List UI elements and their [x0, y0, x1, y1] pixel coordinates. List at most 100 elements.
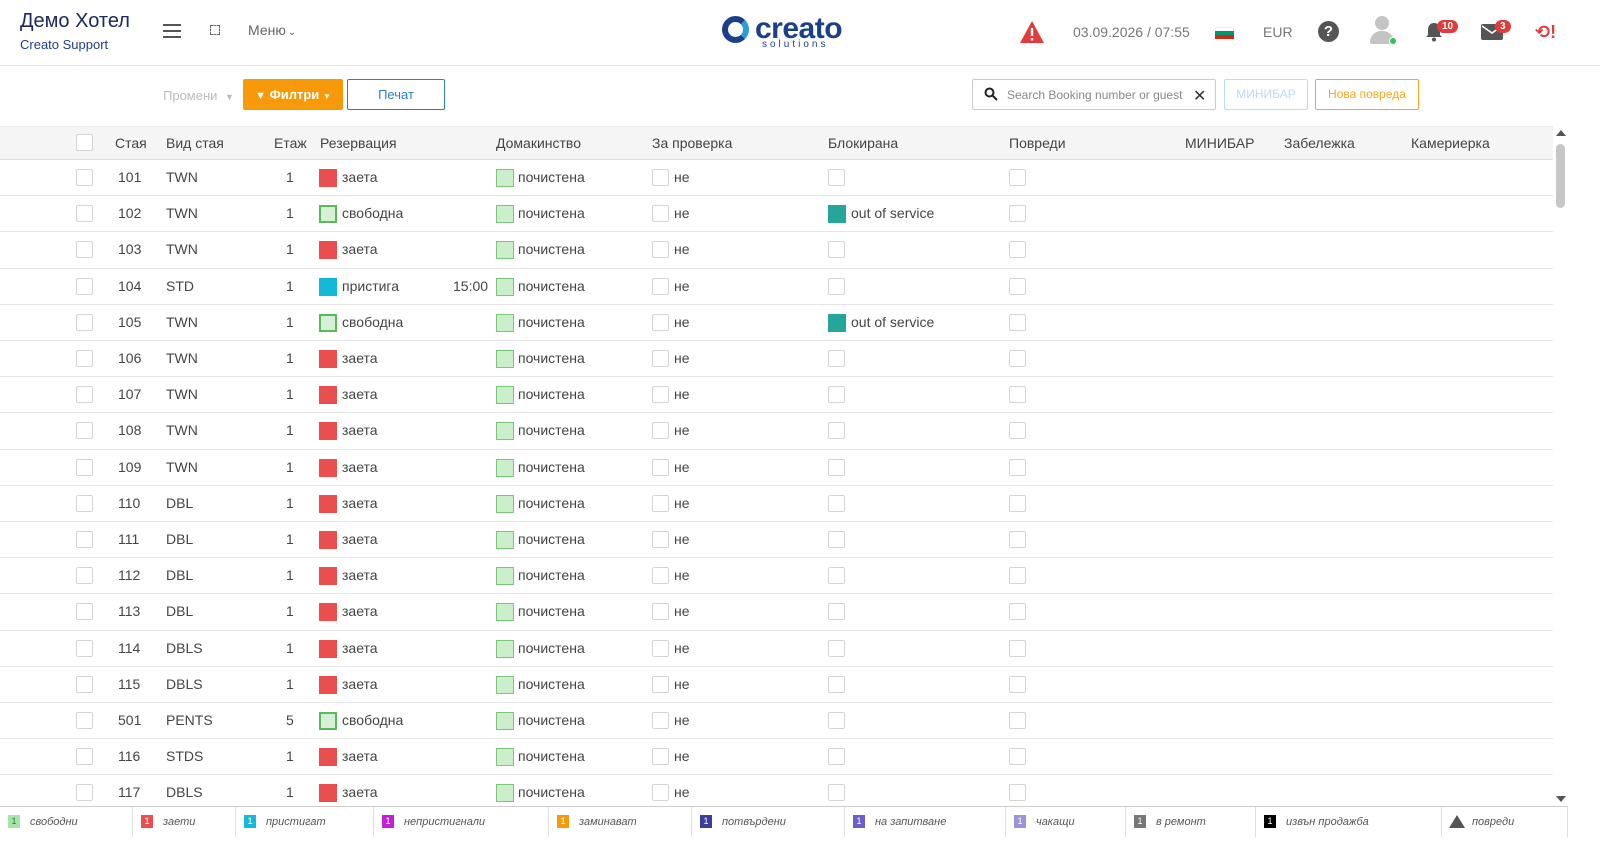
col-blocked[interactable]: Блокирана: [828, 135, 898, 151]
housekeeping-status[interactable]: почистена: [518, 676, 585, 692]
blocked-checkbox[interactable]: [828, 712, 845, 729]
blocked-checkbox[interactable]: [828, 494, 845, 512]
to-check-checkbox[interactable]: [652, 350, 669, 367]
search-input[interactable]: [1007, 85, 1187, 105]
damages-checkbox[interactable]: [1009, 531, 1026, 548]
table-row[interactable]: 108 TWN 1 заета почистена не: [0, 413, 1553, 450]
scrollbar-thumb[interactable]: [1556, 144, 1565, 208]
scroll-up-icon[interactable]: [1556, 130, 1566, 136]
housekeeping-status[interactable]: почистена: [518, 784, 585, 800]
damages-checkbox[interactable]: [1009, 784, 1026, 802]
legend-item[interactable]: 1 пристигат: [236, 807, 374, 837]
row-select-checkbox[interactable]: [76, 458, 93, 476]
print-button[interactable]: Печат: [347, 79, 445, 110]
to-check-checkbox[interactable]: [652, 675, 669, 693]
damages-checkbox[interactable]: [1009, 241, 1026, 259]
table-row[interactable]: 107 TWN 1 заета почистена не: [0, 377, 1553, 414]
blocked-checkbox[interactable]: [828, 241, 845, 259]
table-row[interactable]: 101 TWN 1 заета почистена не: [0, 160, 1553, 197]
to-check-checkbox[interactable]: [652, 277, 669, 295]
col-housekeeping[interactable]: Домакинство: [496, 135, 581, 151]
room-number[interactable]: 114: [118, 640, 140, 656]
room-number[interactable]: 105: [118, 314, 141, 330]
row-select-checkbox[interactable]: [76, 422, 93, 440]
hamburger-icon[interactable]: [163, 24, 181, 40]
blocked-checkbox[interactable]: [828, 639, 845, 657]
reservation-status[interactable]: заета: [342, 748, 378, 764]
reservation-status[interactable]: заета: [342, 169, 378, 185]
blocked-reason[interactable]: out of service: [851, 314, 934, 330]
housekeeping-status[interactable]: почистена: [518, 712, 585, 728]
housekeeping-status[interactable]: почистена: [518, 241, 585, 257]
table-row[interactable]: 115 DBLS 1 заета почистена не: [0, 667, 1553, 703]
row-select-checkbox[interactable]: [76, 313, 93, 331]
blocked-checkbox[interactable]: [828, 748, 845, 766]
damages-checkbox[interactable]: [1009, 350, 1026, 367]
reservation-status[interactable]: заета: [342, 603, 378, 619]
reservation-status[interactable]: заета: [342, 459, 378, 475]
legend-item[interactable]: 1 извън продажба: [1256, 807, 1442, 837]
to-check-checkbox[interactable]: [652, 241, 669, 259]
damages-checkbox[interactable]: [1009, 567, 1026, 585]
row-select-checkbox[interactable]: [76, 169, 93, 186]
row-select-checkbox[interactable]: [76, 603, 93, 621]
housekeeping-status[interactable]: почистена: [518, 278, 585, 294]
to-check-checkbox[interactable]: [652, 386, 669, 404]
reservation-status[interactable]: заета: [342, 640, 378, 656]
damages-checkbox[interactable]: [1009, 205, 1026, 223]
damages-checkbox[interactable]: [1009, 386, 1026, 404]
to-check-checkbox[interactable]: [652, 567, 669, 585]
col-minibar[interactable]: МИНИБАР: [1185, 135, 1254, 151]
table-row[interactable]: 116 STDS 1 заета почистена не: [0, 739, 1553, 776]
room-number[interactable]: 116: [118, 748, 140, 764]
room-number[interactable]: 108: [118, 422, 141, 438]
scroll-down-icon[interactable]: [1556, 796, 1566, 802]
minibar-button[interactable]: МИНИБАР: [1224, 79, 1308, 110]
change-dropdown[interactable]: Промени ▼: [163, 88, 234, 103]
hotel-block[interactable]: Демо Хотел Creato Support: [20, 10, 130, 52]
row-select-checkbox[interactable]: [76, 386, 93, 404]
blocked-checkbox[interactable]: [828, 277, 845, 295]
legend-item[interactable]: 1 заминават: [549, 807, 692, 837]
to-check-checkbox[interactable]: [652, 205, 669, 223]
row-select-checkbox[interactable]: [76, 531, 93, 548]
help-icon[interactable]: ?: [1318, 21, 1339, 42]
reservation-status[interactable]: заета: [342, 422, 378, 438]
reservation-status[interactable]: заета: [342, 495, 378, 511]
to-check-checkbox[interactable]: [652, 639, 669, 657]
reservation-status[interactable]: заета: [342, 241, 378, 257]
legend-item[interactable]: 1 потвърдени: [692, 807, 845, 837]
housekeeping-status[interactable]: почистена: [518, 567, 585, 583]
housekeeping-status[interactable]: почистена: [518, 350, 585, 366]
room-number[interactable]: 110: [118, 495, 140, 511]
legend-item[interactable]: 1 непристигнали: [374, 807, 549, 837]
row-select-checkbox[interactable]: [76, 675, 93, 693]
room-number[interactable]: 115: [118, 676, 140, 692]
select-all-checkbox[interactable]: [76, 134, 93, 151]
table-row[interactable]: 105 TWN 1 свободна почистена не out of service: [0, 305, 1553, 341]
table-row[interactable]: 501 PENTS 5 свободна почистена не: [0, 703, 1553, 740]
damages-checkbox[interactable]: [1009, 313, 1026, 331]
housekeeping-status[interactable]: почистена: [518, 603, 585, 619]
reservation-status[interactable]: пристига: [342, 278, 399, 294]
to-check-checkbox[interactable]: [652, 603, 669, 621]
damages-checkbox[interactable]: [1009, 277, 1026, 295]
filters-button[interactable]: ▼ Филтри ▼: [243, 79, 343, 110]
blocked-checkbox[interactable]: [828, 784, 845, 802]
table-row[interactable]: 109 TWN 1 заета почистена не: [0, 450, 1553, 486]
reservation-status[interactable]: заета: [342, 350, 378, 366]
blocked-checkbox[interactable]: [828, 386, 845, 404]
to-check-checkbox[interactable]: [652, 748, 669, 766]
housekeeping-status[interactable]: почистена: [518, 169, 585, 185]
room-number[interactable]: 102: [118, 205, 141, 221]
blocked-checkbox[interactable]: [828, 350, 845, 367]
row-select-checkbox[interactable]: [76, 350, 93, 367]
currency-selector[interactable]: EUR: [1263, 24, 1293, 40]
room-number[interactable]: 104: [118, 278, 141, 294]
reservation-status[interactable]: свободна: [342, 314, 403, 330]
to-check-checkbox[interactable]: [652, 494, 669, 512]
reservation-status[interactable]: заета: [342, 386, 378, 402]
to-check-checkbox[interactable]: [652, 531, 669, 548]
table-row[interactable]: 110 DBL 1 заета почистена не: [0, 486, 1553, 522]
new-damage-button[interactable]: Нова повреда: [1315, 79, 1419, 110]
